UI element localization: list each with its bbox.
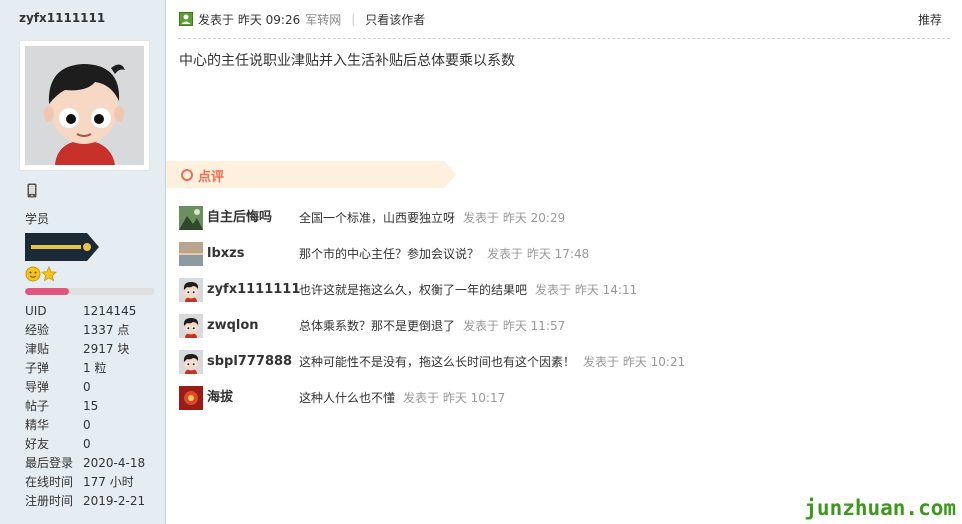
stat-label: 最后登录 [25, 456, 74, 470]
stat-row: 注册时间 2019-2-21 [25, 492, 163, 511]
author-rank: 学员 [25, 212, 50, 226]
stat-row: 最后登录 2020-4-18 [25, 454, 163, 473]
cartoon-face-icon[interactable] [179, 350, 203, 374]
comment-username[interactable]: zwqlon [207, 314, 299, 338]
stat-label: UID [25, 304, 47, 318]
author-sidebar: zyfx1111111 学员 UID 1214145 经验 1337 点 津贴 … [0, 0, 166, 524]
stat-value: 1 粒 [83, 361, 107, 375]
stat-label: 注册时间 [25, 494, 74, 508]
stat-label: 子弹 [25, 361, 50, 375]
stat-row: 经验 1337 点 [25, 321, 163, 340]
view-author-only-link[interactable]: 只看该作者 [365, 11, 425, 28]
stat-row: 在线时间 177 小时 [25, 473, 163, 492]
comment-username[interactable]: 自主后悔吗 [207, 206, 299, 230]
author-avatar[interactable] [19, 40, 150, 171]
level-emblem-icon [25, 266, 57, 282]
stat-label: 好友 [25, 437, 50, 451]
comment-text: 这种人什么也不懂 [299, 391, 396, 405]
comment-username[interactable]: lbxzs [207, 242, 299, 266]
mobile-phone-icon [27, 183, 37, 198]
comment-item: zyfx1111111 也许这就是拖这么久，权衡了一年的结果吧 发表于 昨天 14:… [179, 278, 939, 314]
author-username[interactable]: zyfx1111111 [19, 11, 105, 25]
comment-ring-icon [181, 169, 193, 181]
comment-text: 总体乘系数？那不是更倒退了 [299, 319, 456, 333]
stat-row: 导弹 0 [25, 378, 163, 397]
comment-text: 全国一个标准，山西要独立呀 [299, 211, 456, 225]
stat-row: UID 1214145 [25, 302, 163, 321]
post-content: 中心的主任说职业津贴并入生活补贴后总体要乘以系数 [179, 53, 515, 69]
level-progress-fill [25, 288, 70, 295]
comment-username[interactable]: zyfx1111111 [207, 278, 300, 302]
red-photo-icon[interactable] [179, 386, 203, 410]
stat-label: 帖子 [25, 399, 50, 413]
stat-value: 0 [83, 380, 91, 394]
stat-value: 15 [83, 399, 99, 413]
author-stats: UID 1214145 经验 1337 点津贴 2917 块子弹 1 粒导弹 0 帖子 15 精华… [25, 302, 163, 511]
comment-item: lbxzs 那个市的中心主任？参加会议说？ 发表于 昨天 17:48 [179, 242, 939, 278]
stat-label: 津贴 [25, 342, 50, 356]
comment-item: sbpl777888 这种可能性不是没有，拖这么长时间也有这个因素！ 发表于 昨天 … [179, 350, 939, 386]
comment-item: zwqlon 总体乘系数？那不是更倒退了 发表于 昨天 11:57 [179, 314, 939, 350]
stat-label: 导弹 [25, 380, 50, 394]
stat-value: 0 [83, 437, 91, 451]
comment-text: 这种可能性不是没有，拖这么长时间也有这个因素！ [299, 355, 576, 369]
stat-value: 1214145 [83, 304, 137, 318]
stat-label: 在线时间 [25, 475, 74, 489]
comments-header: 点评 [166, 161, 456, 188]
online-status-icon [179, 12, 193, 26]
comment-time: 发表于 昨天 11:57 [463, 319, 566, 333]
rank-badge-icon [25, 233, 99, 261]
stat-value: 1337 点 [83, 323, 130, 337]
comment-time: 发表于 昨天 14:11 [535, 283, 638, 297]
stat-value: 2917 块 [83, 342, 130, 356]
comment-username[interactable]: 海拔 [207, 386, 299, 410]
stat-row: 精华 0 [25, 416, 163, 435]
stat-value: 2019-2-21 [83, 494, 146, 508]
post-source[interactable]: 军转网 [305, 11, 341, 28]
comment-text: 那个市的中心主任？参加会议说？ [299, 247, 480, 261]
comment-item: 自主后悔吗 全国一个标准，山西要独立呀 发表于 昨天 20:29 [179, 206, 939, 242]
stat-row: 子弹 1 粒 [25, 359, 163, 378]
stat-row: 津贴 2917 块 [25, 340, 163, 359]
stat-label: 精华 [25, 418, 50, 432]
sunset-icon[interactable] [179, 242, 203, 266]
cartoon-face-icon[interactable] [179, 314, 203, 338]
stat-row: 帖子 15 [25, 397, 163, 416]
landscape-icon[interactable] [179, 206, 203, 230]
cartoon-face-icon[interactable] [179, 278, 203, 302]
comment-time: 发表于 昨天 17:48 [487, 247, 590, 261]
comment-time: 发表于 昨天 10:17 [403, 391, 506, 405]
comments-title: 点评 [198, 170, 225, 185]
stat-value: 0 [83, 418, 91, 432]
site-watermark: junzhuan.com [804, 496, 956, 520]
comment-text: 也许这就是拖这么久，权衡了一年的结果吧 [299, 283, 528, 297]
stat-row: 好友 0 [25, 435, 163, 454]
comment-username[interactable]: sbpl777888 [207, 350, 299, 374]
cartoon-face-icon [25, 46, 144, 165]
post-divider [178, 38, 950, 39]
level-progress-bar [25, 288, 155, 295]
comment-time: 发表于 昨天 20:29 [463, 211, 566, 225]
recommend-link[interactable]: 推荐 [918, 11, 942, 28]
stat-value: 2020-4-18 [83, 456, 146, 470]
comments-list: 自主后悔吗 全国一个标准，山西要独立呀 发表于 昨天 20:29 lbxzs 那个市的中… [179, 206, 939, 422]
comment-item: 海拔 这种人什么也不懂 发表于 昨天 10:17 [179, 386, 939, 422]
post-time: 发表于 昨天 09:26 [198, 12, 301, 27]
separator: | [351, 12, 356, 26]
comment-time: 发表于 昨天 10:21 [583, 355, 686, 369]
post-meta: 发表于 昨天 09:26 军转网 | 只看该作者 [179, 11, 425, 27]
stat-value: 177 小时 [83, 475, 134, 489]
stat-label: 经验 [25, 323, 50, 337]
